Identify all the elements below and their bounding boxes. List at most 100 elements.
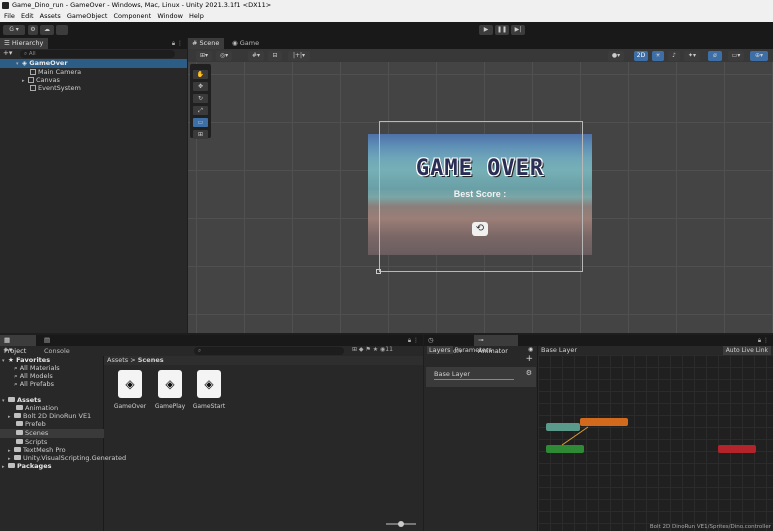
folder-icon [16, 439, 23, 444]
hierarchy-search-bar: +▾ ⌕ All [0, 49, 187, 59]
zoom-slider[interactable] [386, 521, 416, 527]
canvas-handle[interactable] [376, 269, 381, 274]
folder-item[interactable]: Prefeb [16, 420, 46, 429]
tab-scene[interactable]: # Scene [188, 38, 224, 49]
scene-tabbar: # Scene ◉ Game [188, 38, 773, 49]
breadcrumb-assets[interactable]: Assets [107, 356, 128, 364]
unity-scene-icon: ◈ [158, 370, 182, 398]
layers-sidebar: Layers Parameters + Base Layer ⚙ [424, 346, 538, 531]
auto-live-link-button[interactable]: Auto Live Link [722, 346, 771, 355]
folder-icon [14, 413, 21, 418]
pivot-icon[interactable]: ◎▾ [216, 51, 232, 61]
lock-icon[interactable]: 🔒︎ ⋮ [172, 40, 183, 48]
snap-icon[interactable]: ⊟ [268, 51, 282, 61]
menu-help[interactable]: Help [189, 11, 204, 22]
favorite-item[interactable]: ⌕ All Prefabs [14, 380, 54, 389]
breadcrumb-scenes[interactable]: Scenes [138, 356, 164, 364]
packages-header[interactable]: ▸ Packages [2, 462, 51, 471]
add-layer-icon[interactable]: + [525, 354, 533, 364]
folder-icon [16, 430, 23, 435]
unity-scene-icon: ◈ [22, 59, 27, 67]
project-search-bar: +▾ ⌕ ⊞ ◆ ⚑ ★ ◉11 [0, 346, 423, 356]
tab-project[interactable]: ▦ Project [0, 335, 36, 355]
main-toolbar: G ▾ ⚙ ☁ ▶ ❚❚ ▶| [0, 22, 773, 38]
folder-icon [16, 421, 23, 426]
menu-assets[interactable]: Assets [40, 11, 61, 22]
graph-breadcrumb[interactable]: Base Layer [541, 346, 577, 355]
eye-icon[interactable]: ◉ [528, 346, 533, 353]
filter-icons[interactable]: ⊞ ◆ ⚑ ★ ◉11 [352, 346, 393, 353]
folder-icon [16, 405, 23, 410]
grid-icon[interactable]: #▾ [248, 51, 264, 61]
scene-asset[interactable]: ◈ GameOver [110, 370, 150, 410]
add-icon[interactable]: +▾ [3, 49, 12, 57]
increment-snap-icon[interactable]: |+|▾ [288, 51, 310, 61]
lock-icon[interactable]: 🔒︎ ⋮ [408, 337, 419, 345]
tab-animation[interactable]: ◷ Animation [424, 335, 470, 355]
account-button[interactable]: G ▾ [3, 25, 25, 35]
gameobject-icon [28, 77, 34, 83]
folder-item-selected[interactable]: Scenes [0, 429, 104, 438]
lighting-icon[interactable]: ☀ [652, 51, 664, 61]
scene-viewport[interactable]: ✋ ✥ ↻ ⤢ ▭ ⊞ GAME OVER Best Score : ⟲ [188, 62, 773, 333]
hierarchy-search-input[interactable]: ⌕ All [20, 50, 175, 58]
camera-icon[interactable]: ▭▾ [728, 51, 744, 61]
tool-handle-icon[interactable]: ⊞▾ [196, 51, 212, 61]
scene-asset[interactable]: ◈ GamePlay [150, 370, 190, 410]
scene-asset[interactable]: ◈ GameStart [189, 370, 229, 410]
project-search-input[interactable]: ⌕ [194, 347, 344, 355]
layer-item[interactable]: Base Layer ⚙ [426, 367, 536, 387]
menu-component[interactable]: Component [113, 11, 151, 22]
draw-mode-icon[interactable]: ●▾ [608, 51, 624, 61]
hidden-objects-icon[interactable]: ø [708, 51, 722, 61]
transform-tool-icon[interactable]: ⊞ [193, 130, 208, 139]
hand-tool-icon[interactable]: ✋ [193, 70, 208, 79]
exit-node[interactable] [718, 445, 756, 453]
tab-game[interactable]: ◉ Game [228, 38, 264, 49]
menu-file[interactable]: File [4, 11, 15, 22]
lock-icon[interactable]: 🔒︎ ⋮ [758, 337, 769, 345]
effects-icon[interactable]: ✦▾ [684, 51, 700, 61]
collab-icon[interactable]: ⚙ [28, 25, 38, 35]
pause-button[interactable]: ❚❚ [495, 25, 509, 35]
controller-path: Bolt 2D DinoRun VE1/Sprites/Dino.control… [649, 524, 771, 530]
rotate-tool-icon[interactable]: ↻ [193, 94, 208, 103]
menu-window[interactable]: Window [157, 11, 183, 22]
add-icon[interactable]: +▾ [3, 346, 12, 354]
cloud-icon[interactable]: ☁ [40, 25, 54, 35]
rect-tool-icon[interactable]: ▭ [193, 118, 208, 127]
layers-subtabs: Layers Parameters [427, 346, 492, 355]
tab-animator[interactable]: ⊸ Animator [474, 335, 518, 355]
subtab-parameters[interactable]: Parameters [455, 346, 492, 354]
tab-console[interactable]: ▤ Console [40, 335, 80, 355]
gameobject-icon [30, 69, 36, 75]
canvas-bounds [379, 121, 583, 272]
window-title: Game_Dino_run - GameOver - Windows, Mac,… [12, 1, 272, 9]
subtab-layers[interactable]: Layers [427, 346, 453, 354]
tab-hierarchy[interactable]: ☰ Hierarchy [0, 38, 48, 49]
hierarchy-panel: ☰ Hierarchy 🔒︎ ⋮ +▾ ⌕ All ▾ ◈ GameOver Ma… [0, 38, 187, 333]
audio-icon[interactable]: ♪ [668, 51, 680, 61]
folder-icon [14, 455, 21, 460]
scale-tool-icon[interactable]: ⤢ [193, 106, 208, 115]
toggle-2d-button[interactable]: 2D [634, 51, 648, 61]
gizmos-icon[interactable]: ⊕▾ [750, 51, 768, 61]
scene-root[interactable]: ▾ ◈ GameOver [0, 59, 187, 68]
menu-gameobject[interactable]: GameObject [67, 11, 108, 22]
move-tool-icon[interactable]: ✥ [193, 82, 208, 91]
project-tabbar: ▦ Project ▤ Console 🔒︎ ⋮ [0, 335, 423, 355]
animator-graph[interactable]: Bolt 2D DinoRun VE1/Sprites/Dino.control… [538, 355, 773, 531]
animator-tabbar: ◷ Animation ⊸ Animator 🔒︎ ⋮ [424, 335, 773, 355]
gameobject-icon [30, 85, 36, 91]
hierarchy-item[interactable]: EventSystem [30, 84, 81, 93]
breadcrumb: Assets > Scenes [104, 356, 423, 365]
unity-scene-icon: ◈ [197, 370, 221, 398]
unity-scene-icon: ◈ [118, 370, 142, 398]
extra-button[interactable] [56, 25, 68, 35]
gear-icon[interactable]: ⚙ [526, 369, 532, 377]
play-button[interactable]: ▶ [479, 25, 493, 35]
project-panel: ▦ Project ▤ Console 🔒︎ ⋮ +▾ ⌕ ⊞ ◆ ⚑ ★ ◉1… [0, 335, 423, 531]
menu-edit[interactable]: Edit [21, 11, 34, 22]
step-button[interactable]: ▶| [511, 25, 525, 35]
unity-app-icon [2, 2, 9, 9]
